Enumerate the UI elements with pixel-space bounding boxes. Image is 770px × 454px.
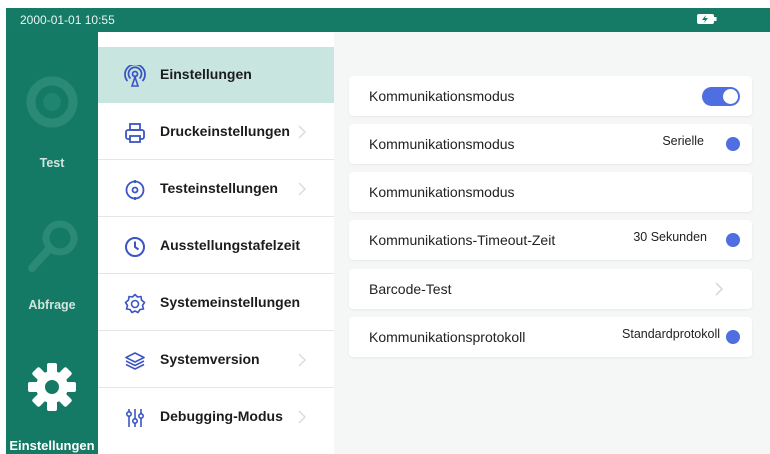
clock-icon bbox=[125, 237, 145, 257]
selected-dot-icon bbox=[726, 137, 740, 151]
sliders-icon bbox=[125, 409, 145, 427]
menu-item-systemeinstellungen[interactable]: Systemeinstellungen bbox=[98, 275, 334, 331]
menu-item-ausstellungstafelzeit[interactable]: Ausstellungstafelzeit bbox=[98, 218, 334, 274]
rail-label-test: Test bbox=[39, 156, 65, 170]
menu-label: Systemeinstellungen bbox=[160, 294, 301, 310]
layers-icon bbox=[125, 352, 145, 370]
communication-mode-toggle[interactable] bbox=[702, 87, 740, 106]
antenna-icon bbox=[124, 65, 146, 87]
setting-value: 30 Sekunden bbox=[633, 230, 707, 244]
selected-dot-icon bbox=[726, 233, 740, 247]
status-bar: 2000-01-01 10:55 bbox=[6, 8, 770, 32]
menu-item-einstellungen[interactable]: Einstellungen bbox=[98, 47, 334, 103]
setting-row-communication-mode-select[interactable]: Kommunikationsmodus Serielle bbox=[349, 124, 752, 164]
menu-label: Debugging-Modus bbox=[160, 408, 283, 424]
setting-label: Kommunikations-Timeout-Zeit bbox=[369, 232, 556, 248]
rail-item-test[interactable]: Test bbox=[6, 52, 98, 202]
setting-row-communication-mode-toggle[interactable]: Kommunikationsmodus bbox=[349, 76, 752, 116]
setting-label: Kommunikationsmodus bbox=[369, 88, 515, 104]
settings-gear-icon bbox=[124, 293, 146, 314]
setting-row-barcode-test[interactable]: Barcode-Test bbox=[349, 269, 752, 309]
rail-item-einstellungen[interactable]: Einstellungen bbox=[6, 350, 98, 454]
rail-label-einstellungen: Einstellungen bbox=[9, 438, 95, 453]
chevron-right-icon bbox=[298, 125, 307, 139]
chevron-right-icon bbox=[298, 410, 307, 424]
query-search-icon bbox=[28, 220, 78, 272]
selected-dot-icon bbox=[726, 330, 740, 344]
printer-icon bbox=[125, 123, 145, 143]
menu-label: Testeinstellungen bbox=[160, 180, 278, 196]
setting-row-timeout[interactable]: Kommunikations-Timeout-Zeit 30 Sekunden bbox=[349, 220, 752, 260]
chevron-right-icon bbox=[298, 353, 307, 367]
chevron-right-icon bbox=[715, 282, 724, 296]
chevron-right-icon bbox=[298, 182, 307, 196]
menu-item-testeinstellungen[interactable]: Testeinstellungen bbox=[98, 161, 334, 217]
setting-label: Kommunikationsprotokoll bbox=[369, 329, 526, 345]
nav-rail: Test Abfrage Einstellungen bbox=[6, 32, 98, 454]
rail-item-abfrage[interactable]: Abfrage bbox=[6, 202, 98, 332]
menu-label: Ausstellungstafelzeit bbox=[160, 237, 301, 253]
menu-label: Einstellungen bbox=[160, 66, 252, 82]
settings-panel: Kommunikationsmodus Kommunikationsmodus … bbox=[334, 32, 770, 454]
setting-row-protocol[interactable]: Kommunikationsprotokoll Standardprotokol… bbox=[349, 317, 752, 357]
menu-label: Systemversion bbox=[160, 351, 260, 367]
test-icon bbox=[26, 76, 78, 128]
status-time: 2000-01-01 10:55 bbox=[20, 13, 115, 27]
setting-value: Serielle bbox=[662, 134, 704, 148]
setting-label: Kommunikationsmodus bbox=[369, 184, 515, 200]
settings-menu: Einstellungen Druckeinstellungen Testein… bbox=[98, 47, 334, 454]
rail-label-abfrage: Abfrage bbox=[28, 298, 76, 312]
menu-item-debugging-modus[interactable]: Debugging-Modus bbox=[98, 389, 334, 445]
menu-item-druckeinstellungen[interactable]: Druckeinstellungen bbox=[98, 104, 334, 160]
setting-value: Standardprotokoll bbox=[622, 327, 720, 341]
setting-row-communication-mode[interactable]: Kommunikationsmodus bbox=[349, 172, 752, 212]
menu-label: Druckeinstellungen bbox=[160, 123, 290, 139]
target-icon bbox=[125, 180, 145, 200]
toggle-knob bbox=[722, 88, 739, 105]
setting-label: Kommunikationsmodus bbox=[369, 136, 515, 152]
gear-icon bbox=[28, 363, 76, 411]
setting-label: Barcode-Test bbox=[369, 281, 452, 297]
battery-charging-icon bbox=[696, 13, 718, 28]
menu-item-systemversion[interactable]: Systemversion bbox=[98, 332, 334, 388]
